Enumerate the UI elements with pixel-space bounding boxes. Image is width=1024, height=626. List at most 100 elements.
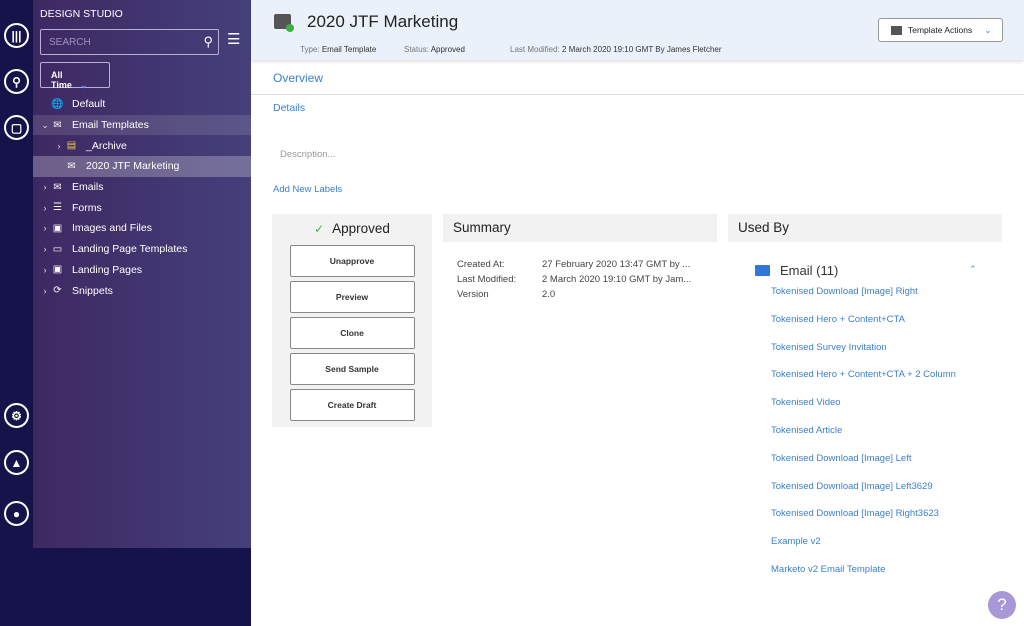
left-rail: ||| ⚲ ▢ ⚙ ▲ ● [0, 0, 33, 626]
tree-item[interactable]: › ☰ Forms [33, 197, 251, 218]
chevron-down-icon: ⌄ [984, 24, 992, 35]
approval-card: ✓ Approved Unapprove Preview Clone Send Samp… [272, 214, 432, 427]
used-by-email-group[interactable]: Email (11) [755, 263, 838, 278]
user-icon[interactable]: ● [4, 501, 29, 526]
status-value: Approved [430, 45, 465, 54]
summary-row: Version 2.0 [457, 287, 691, 302]
tree-item[interactable]: › ▣ Images and Files [33, 218, 251, 239]
tree-item-label: Landing Pages [72, 263, 143, 276]
used-by-item[interactable]: Tokenised Download [Image] Left [771, 453, 956, 481]
preview-button[interactable]: Preview [289, 281, 415, 313]
email-group-label: Email (11) [780, 263, 839, 278]
design-studio-panel: DESIGN STUDIO SEARCH ⚲ ☰ All Time ⌄ 🌐 Defa… [33, 0, 251, 548]
page-title: 2020 JTF Marketing [307, 12, 459, 31]
status-label: Status: [404, 45, 429, 54]
email-template-approved-icon: ✉ [67, 160, 76, 172]
description-input[interactable]: Description... [280, 149, 335, 160]
search-icon[interactable]: ⚲ [4, 69, 29, 94]
envelope-icon: ✉ [53, 181, 62, 193]
summary-value: 2.0 [542, 289, 556, 300]
tree-item-label: Snippets [72, 284, 113, 297]
unapprove-button[interactable]: Unapprove [289, 245, 415, 277]
summary-header: Summary [443, 214, 717, 242]
email-template-approved-icon [274, 14, 294, 32]
tree-item-label: _Archive [86, 139, 127, 152]
tree-item-label: Images and Files [72, 222, 152, 235]
modified-value: 2 March 2020 19:10 GMT By James Fletcher [562, 45, 722, 54]
chevron-icon[interactable]: › [53, 141, 65, 151]
gear-icon[interactable]: ⚙ [4, 403, 29, 428]
used-by-item[interactable]: Tokenised Download [Image] Right [771, 286, 956, 314]
summary-label: Created At: [457, 259, 505, 270]
chevron-icon[interactable]: › [39, 286, 51, 296]
filter-settings-icon[interactable]: ☰ [227, 30, 240, 48]
tree-item[interactable]: › ⟳ Snippets [33, 280, 251, 301]
tree-item-label: Forms [72, 201, 102, 214]
create-draft-button[interactable]: Create Draft [289, 389, 415, 421]
chevron-icon[interactable]: › [39, 182, 51, 192]
help-button[interactable]: ? [988, 591, 1016, 619]
add-new-labels-link[interactable]: Add New Labels [273, 184, 342, 195]
chevron-icon[interactable]: › [39, 265, 51, 275]
chevron-down-icon: ⌄ [79, 80, 88, 90]
tab-overview[interactable]: Overview [273, 71, 323, 85]
approval-status-text: Approved [332, 221, 390, 236]
summary-row: Created At: 27 February 2020 13:47 GMT by… [457, 257, 691, 272]
search-input[interactable]: SEARCH ⚲ [40, 29, 219, 55]
analytics-icon[interactable]: ||| [4, 23, 29, 48]
search-placeholder: SEARCH [49, 37, 91, 48]
landing-page-icon: ▣ [52, 264, 63, 276]
tree-item[interactable]: ✉ 2020 JTF Marketing [33, 156, 251, 177]
used-by-item[interactable]: Tokenised Download [Image] Left3629 [771, 481, 956, 509]
envelope-icon [755, 265, 770, 276]
used-by-item[interactable]: Tokenised Download [Image] Right3623 [771, 508, 956, 536]
summary-label: Version [457, 289, 489, 300]
tree-item[interactable]: › ▭ Landing Page Templates [33, 239, 251, 260]
tree-item[interactable]: › ▣ Landing Pages [33, 260, 251, 281]
chevron-icon[interactable]: › [39, 244, 51, 254]
used-by-item[interactable]: Tokenised Video [771, 397, 956, 425]
time-filter-value: All Time [51, 70, 72, 90]
tree-item-label: Landing Page Templates [72, 243, 188, 256]
type-label: Type: [300, 45, 320, 54]
send-sample-button[interactable]: Send Sample [289, 353, 415, 385]
chat-icon[interactable]: ▢ [4, 115, 29, 140]
globe-icon: 🌐 [51, 98, 64, 110]
used-by-item[interactable]: Example v2 [771, 536, 956, 564]
tab-details[interactable]: Details [273, 102, 305, 114]
template-actions-label: Template Actions [908, 25, 973, 35]
snippet-icon: ⟳ [53, 285, 62, 297]
used-by-item[interactable]: Tokenised Survey Invitation [771, 342, 956, 370]
summary-table: Created At: 27 February 2020 13:47 GMT by… [457, 257, 691, 302]
clone-button[interactable]: Clone [289, 317, 415, 349]
chevron-up-icon[interactable]: ⌃ [969, 264, 977, 275]
chevron-icon[interactable]: › [39, 223, 51, 233]
used-by-item[interactable]: Tokenised Article [771, 425, 956, 453]
tree-item-label: Emails [72, 181, 104, 194]
used-by-header: Used By [728, 214, 1002, 242]
tree-item[interactable]: › ▤ _Archive [33, 135, 251, 156]
time-filter-dropdown[interactable]: All Time ⌄ [40, 62, 110, 90]
approval-status: ✓ Approved [272, 221, 432, 245]
tree-item-label: Email Templates [72, 119, 149, 132]
panel-title: DESIGN STUDIO [40, 8, 123, 20]
summary-value: 27 February 2020 13:47 GMT by ... [542, 259, 691, 270]
tree-item[interactable]: › ✉ Emails [33, 177, 251, 198]
archive-icon: ▤ [66, 140, 77, 152]
chevron-icon[interactable]: ⌄ [39, 120, 51, 131]
used-by-list: Tokenised Download [Image] Right Tokenise… [771, 286, 956, 592]
search-icon[interactable]: ⚲ [203, 34, 213, 50]
summary-value: 2 March 2020 19:10 GMT by Jam... [542, 274, 692, 285]
modified-label: Last Modified: [510, 45, 560, 54]
bell-icon[interactable]: ▲ [4, 450, 29, 475]
chevron-icon[interactable]: › [39, 203, 51, 213]
used-by-item[interactable]: Tokenised Hero + Content+CTA + 2 Column [771, 369, 956, 397]
tree-item[interactable]: 🌐 Default [33, 94, 251, 115]
used-by-item[interactable]: Marketo v2 Email Template [771, 564, 956, 592]
status-meta: Status: Approved [404, 45, 465, 54]
template-actions-button[interactable]: Template Actions ⌄ [878, 18, 1003, 42]
type-meta: Type: Email Template [300, 45, 376, 54]
check-icon: ✓ [314, 222, 325, 236]
used-by-item[interactable]: Tokenised Hero + Content+CTA [771, 314, 956, 342]
tree-item[interactable]: ⌄ ✉ Email Templates [33, 114, 251, 136]
